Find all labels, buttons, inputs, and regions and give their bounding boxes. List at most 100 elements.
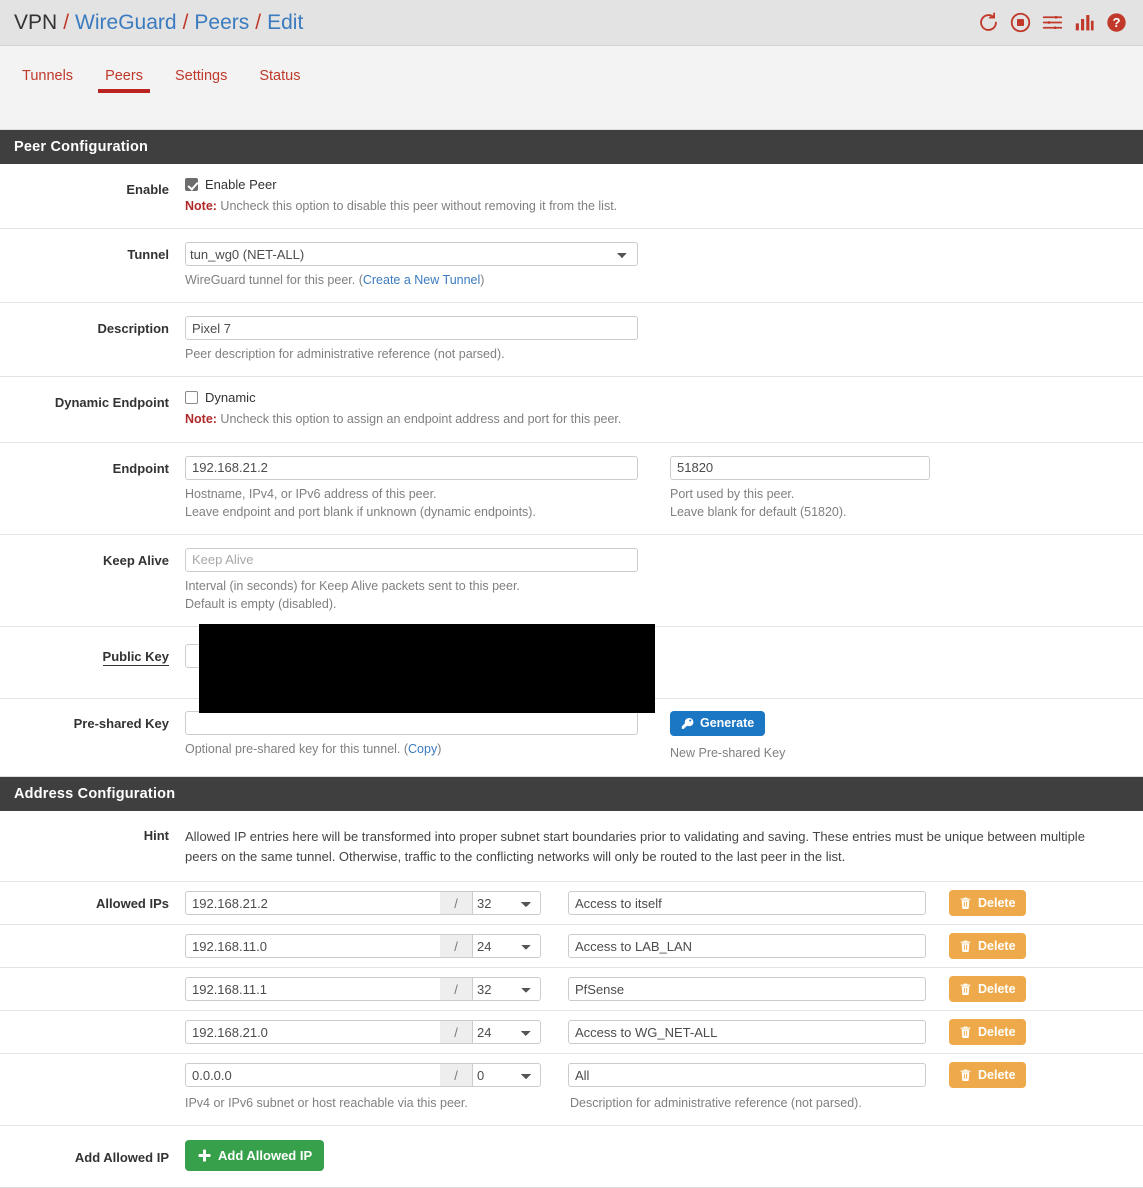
add-allowed-ip-label: Add Allowed IP (74, 1150, 169, 1166)
allowed-ip-description-input[interactable] (568, 1063, 926, 1088)
form-row-dynamic-endpoint: Dynamic Endpoint Dynamic Note: Uncheck t… (0, 377, 1143, 443)
dynamic-endpoint-help-text: Note: Uncheck this option to assign an e… (185, 410, 1127, 428)
delete-button-label: Delete (978, 1068, 1016, 1083)
create-new-tunnel-link[interactable]: Create a New Tunnel (363, 273, 480, 287)
breadcrumb-item-peers[interactable]: Peers (194, 11, 249, 35)
page-root: VPN / WireGuard / Peers / Edit ? Tunnels… (0, 0, 1143, 1188)
peer-configuration-title: Peer Configuration (0, 130, 1143, 164)
endpoint-port-column: Port used by this peer. Leave blank for … (670, 455, 960, 521)
allowed-ip-address-input[interactable] (185, 934, 440, 959)
generate-caption: New Pre-shared Key (670, 746, 786, 760)
generate-button[interactable]: Generate (670, 711, 766, 736)
plus-icon (197, 1148, 212, 1163)
allowed-ip-delete-wrap: Delete (949, 890, 1026, 917)
pre-shared-key-help-text: Optional pre-shared key for this tunnel.… (185, 740, 670, 758)
delete-button-label: Delete (978, 896, 1016, 911)
allowed-ip-description-wrap (568, 934, 926, 959)
tunnel-select[interactable]: tun_wg0 (NET-ALL) (185, 242, 638, 267)
description-help-text: Peer description for administrative refe… (185, 347, 505, 362)
tunnel-label: Tunnel (127, 247, 169, 263)
allowed-ip-address-input[interactable] (185, 1063, 440, 1088)
delete-button[interactable]: Delete (949, 1019, 1026, 1046)
chart-icon[interactable] (1074, 12, 1095, 33)
allowed-ip-row: / 0 Delete (0, 1054, 1143, 1090)
form-row-keep-alive: Keep Alive Interval (in seconds) for Kee… (0, 535, 1143, 627)
redaction-overlay (199, 624, 655, 713)
form-row-endpoint: Endpoint Hostname, IPv4, or IPv6 address… (0, 443, 1143, 535)
allowed-ip-address-group: / 32 (185, 891, 541, 916)
tab-tunnels[interactable]: Tunnels (11, 68, 84, 104)
dynamic-checkbox-row[interactable]: Dynamic (185, 390, 1127, 405)
allowed-ip-slash: / (440, 977, 472, 1002)
allowed-ip-address-input[interactable] (185, 1020, 440, 1045)
pre-shared-key-help-suffix: ) (437, 742, 442, 756)
allowed-ip-delete-wrap: Delete (949, 1019, 1026, 1046)
breadcrumb-separator: / (182, 10, 189, 34)
allowed-ip-description-input[interactable] (568, 977, 926, 1002)
allowed-ip-address-input[interactable] (185, 891, 440, 916)
form-row-hint: Hint Allowed IP entries here will be tra… (0, 811, 1143, 883)
copy-link[interactable]: Copy (408, 742, 437, 756)
breadcrumb-separator: / (255, 10, 262, 34)
sliders-icon[interactable] (1042, 12, 1063, 33)
delete-button[interactable]: Delete (949, 976, 1026, 1003)
allowed-ip-mask-select[interactable]: 24 (472, 934, 541, 959)
endpoint-port-input[interactable] (670, 455, 930, 480)
endpoint-address-help-1: Hostname, IPv4, or IPv6 address of this … (185, 486, 437, 501)
tab-settings[interactable]: Settings (164, 68, 238, 104)
form-row-tunnel: Tunnel tun_wg0 (NET-ALL) WireGuard tunne… (0, 229, 1143, 304)
delete-button[interactable]: Delete (949, 933, 1026, 960)
tab-status[interactable]: Status (248, 68, 311, 104)
delete-button[interactable]: Delete (949, 890, 1026, 917)
dynamic-note-text: Uncheck this option to assign an endpoin… (216, 412, 622, 427)
allowed-ip-row: / 24 Delete (0, 1011, 1143, 1055)
allowed-ip-description-wrap (568, 891, 926, 916)
stop-icon[interactable] (1010, 12, 1031, 33)
allowed-ip-description-wrap (568, 977, 926, 1002)
keep-alive-input[interactable] (185, 547, 638, 572)
allowed-ip-description-input[interactable] (568, 1020, 926, 1045)
enable-peer-checkbox-row[interactable]: Enable Peer (185, 177, 1127, 192)
allowed-ip-slash: / (440, 934, 472, 959)
dynamic-checkbox[interactable] (185, 391, 198, 405)
tab-peers[interactable]: Peers (94, 68, 154, 104)
tunnel-help-prefix: WireGuard tunnel for this peer. ( (185, 273, 363, 288)
allowed-ip-mask-select[interactable]: 32 (472, 891, 541, 916)
endpoint-port-help-2: Leave blank for default (51820). (670, 504, 847, 519)
help-icon[interactable]: ? (1106, 12, 1127, 33)
description-input[interactable] (185, 316, 638, 341)
allowed-ip-address-group: / 24 (185, 934, 541, 959)
allowed-ip-description-help: Description for administrative reference… (570, 1096, 862, 1111)
allowed-ip-address-input[interactable] (185, 977, 440, 1002)
form-row-description: Description Peer description for adminis… (0, 303, 1143, 378)
allowed-ip-description-input[interactable] (568, 891, 926, 916)
add-allowed-ip-button[interactable]: Add Allowed IP (185, 1139, 325, 1171)
breadcrumb-separator: / (63, 10, 70, 34)
dynamic-endpoint-label: Dynamic Endpoint (54, 395, 169, 411)
allowed-ip-mask-select[interactable]: 24 (472, 1020, 541, 1045)
allowed-ip-row: / 32 Delete (0, 968, 1143, 1012)
allowed-ip-mask-select[interactable]: 0 (472, 1063, 541, 1088)
endpoint-address-column: Hostname, IPv4, or IPv6 address of this … (185, 455, 670, 521)
generate-button-label: Generate (700, 716, 755, 731)
breadcrumb: VPN / WireGuard / Peers / Edit (14, 11, 303, 35)
delete-button[interactable]: Delete (949, 1062, 1026, 1089)
endpoint-address-help-2: Leave endpoint and port blank if unknown… (185, 504, 536, 519)
endpoint-port-help-1: Port used by this peer. (670, 486, 795, 501)
refresh-icon[interactable] (978, 12, 999, 33)
generate-key-column: Generate New Pre-shared Key (670, 711, 960, 762)
allowed-ip-description-input[interactable] (568, 934, 926, 959)
allowed-ip-address-group: / 0 (185, 1063, 541, 1088)
breadcrumb-item-edit[interactable]: Edit (267, 11, 303, 35)
address-configuration-panel: Address Configuration Hint Allowed IP en… (0, 777, 1143, 1188)
allowed-ip-mask-select[interactable]: 32 (472, 977, 541, 1002)
trash-icon (959, 1025, 972, 1039)
allowed-ips-label: Allowed IPs (96, 895, 169, 911)
enable-peer-checkbox[interactable] (185, 178, 198, 191)
breadcrumb-item-wireguard[interactable]: WireGuard (75, 11, 177, 35)
description-label: Description (97, 321, 169, 337)
add-allowed-ip-button-label: Add Allowed IP (218, 1147, 313, 1163)
endpoint-address-input[interactable] (185, 455, 638, 480)
pre-shared-key-input[interactable] (185, 711, 638, 735)
allowed-ip-address-group: / 32 (185, 977, 541, 1002)
